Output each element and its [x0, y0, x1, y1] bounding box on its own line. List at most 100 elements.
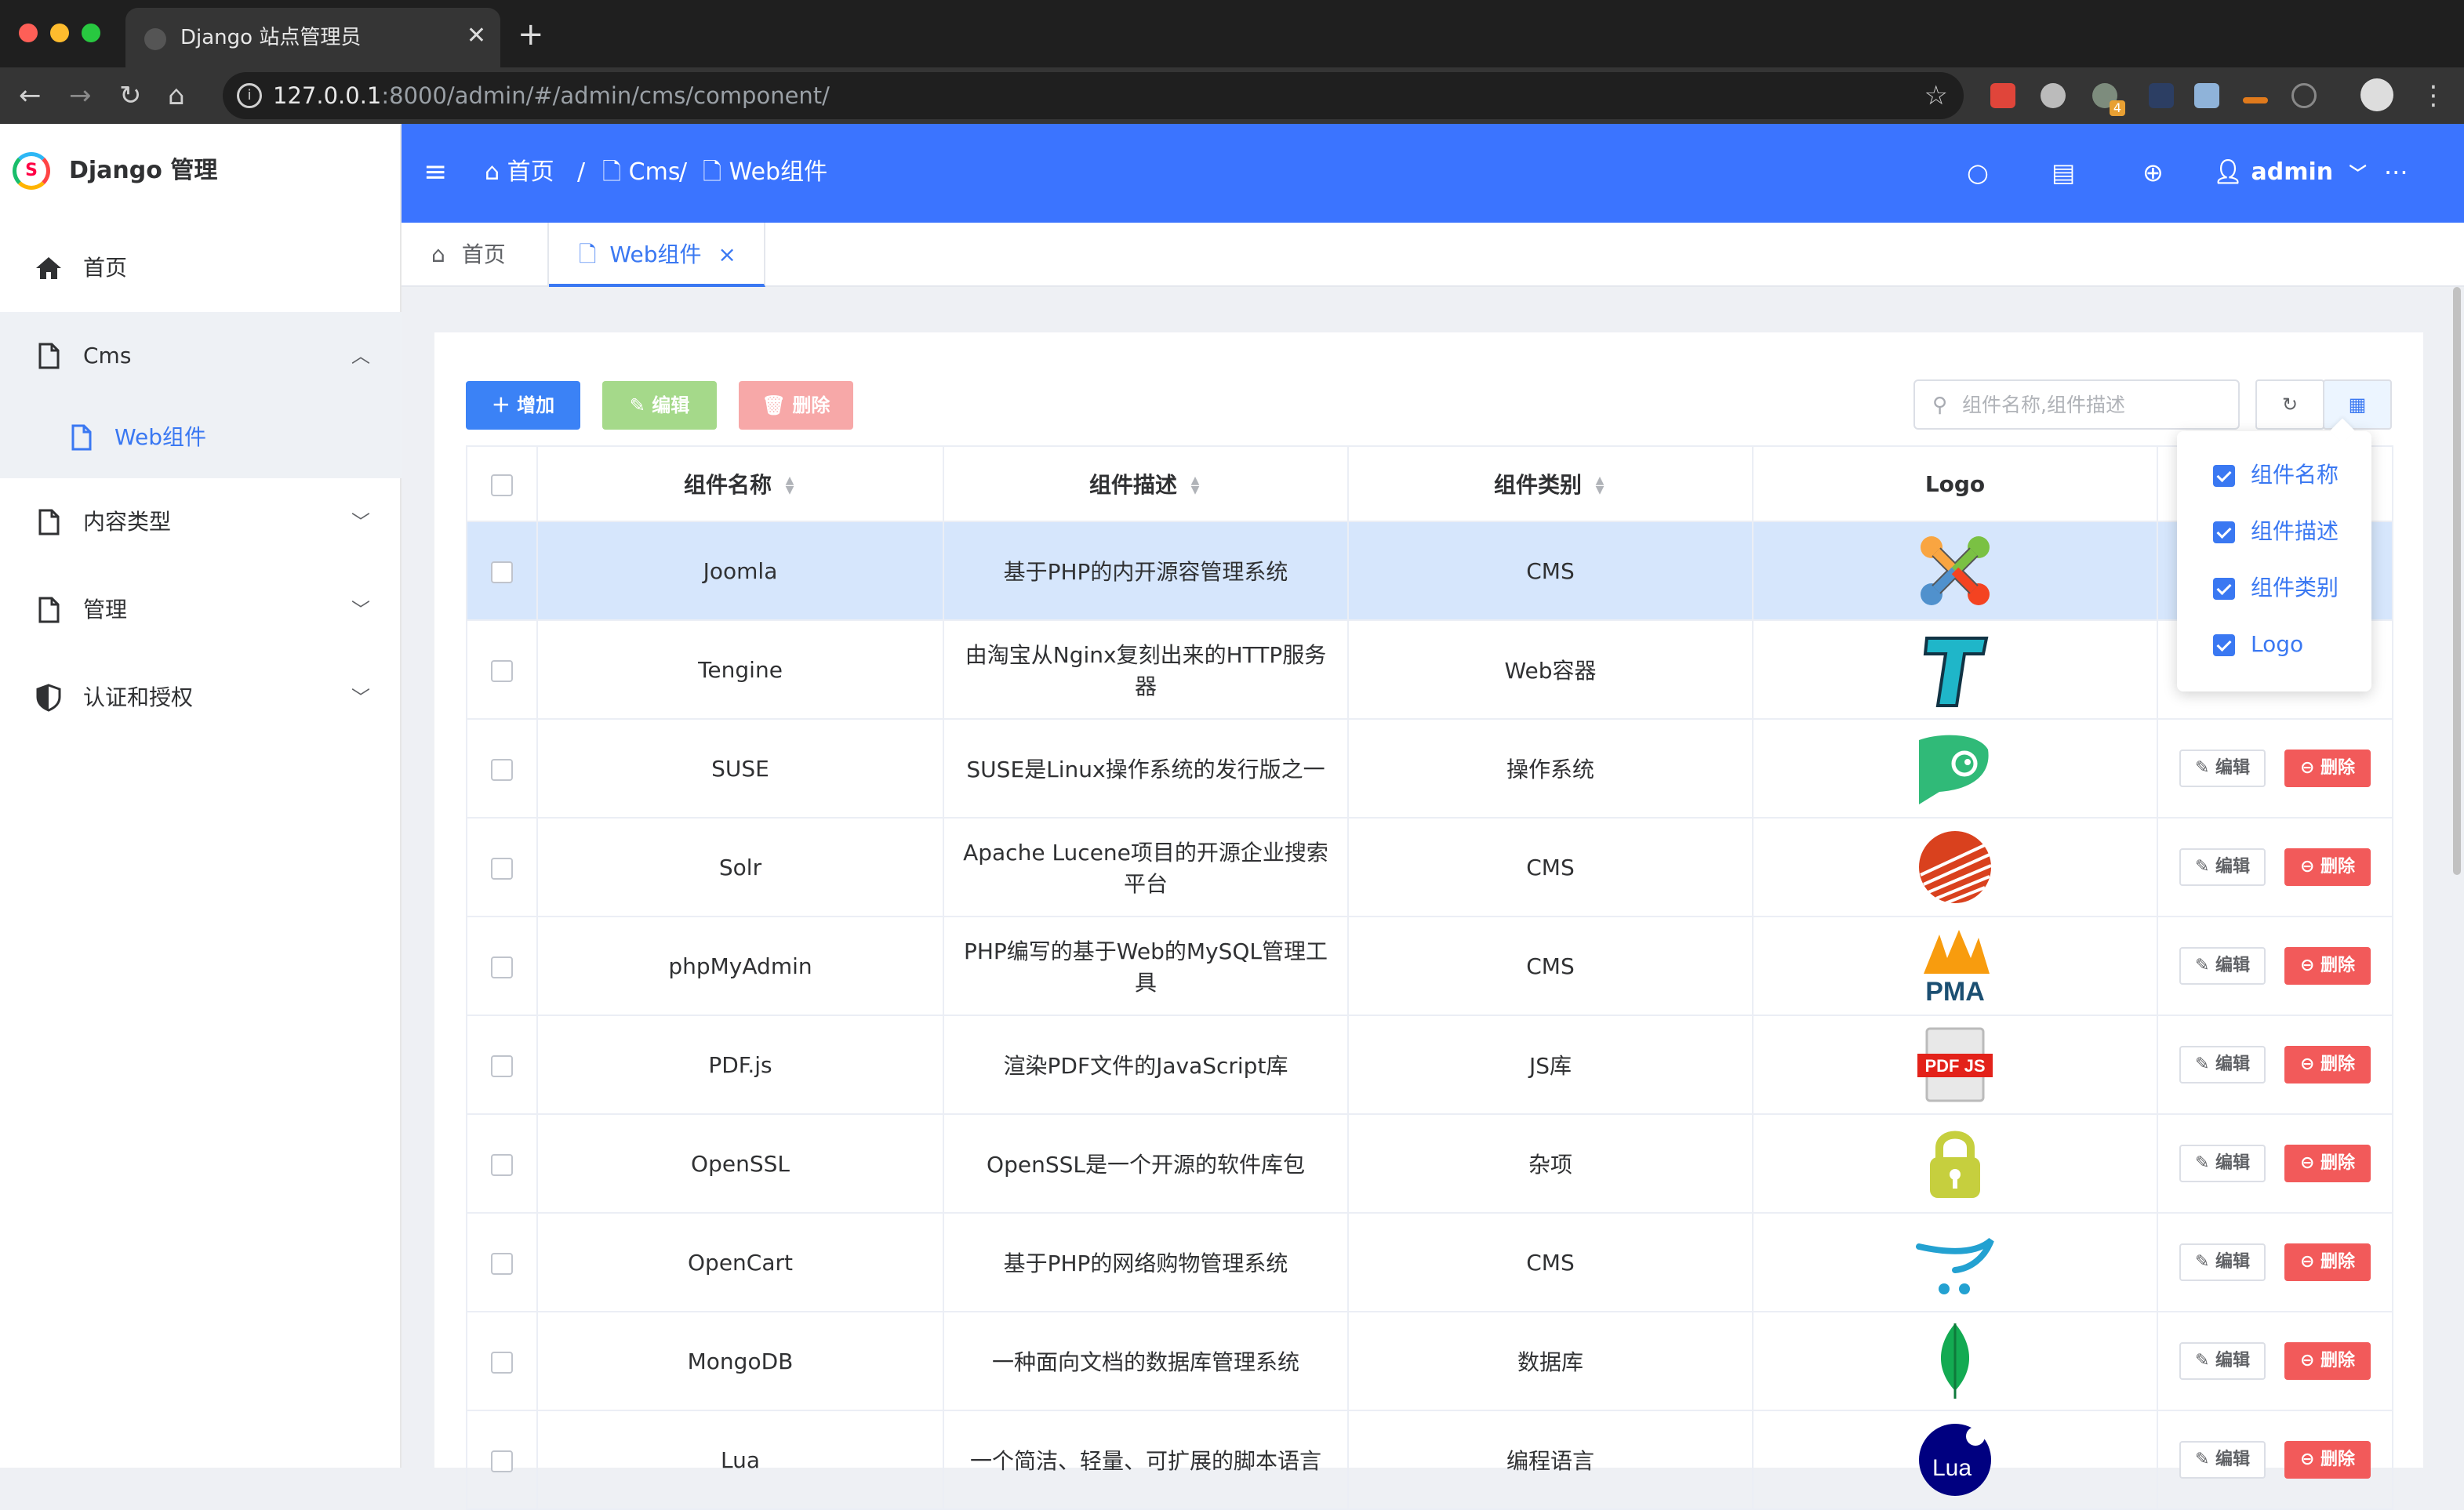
profile-avatar[interactable]: [2360, 78, 2393, 111]
row-delete-button[interactable]: ⊖ 删除: [2284, 1243, 2371, 1281]
url-text[interactable]: 127.0.0.1:8000/admin/#/admin/cms/compone…: [273, 80, 830, 111]
user-menu[interactable]: 👤︎ admin ﹀: [2213, 155, 2367, 192]
close-tab-icon[interactable]: ✕: [467, 20, 486, 52]
browser-menu-icon[interactable]: ⋮: [2420, 78, 2447, 113]
row-checkbox[interactable]: [491, 1252, 513, 1275]
table-row[interactable]: OpenSSL OpenSSL是一个开源的软件库包 杂项 ✎ 编辑 ⊖ 删除: [466, 1113, 2393, 1214]
extension-icon[interactable]: [1990, 83, 2015, 108]
row-edit-button[interactable]: ✎ 编辑: [2179, 1342, 2266, 1380]
search-icon[interactable]: ○: [1967, 157, 1989, 188]
home-icon[interactable]: ⌂: [168, 78, 185, 113]
edit-button[interactable]: ✎ 编辑: [602, 381, 717, 430]
table-row[interactable]: phpMyAdmin PHP编写的基于Web的MySQL管理工具 CMS PMA ✎ 编…: [466, 916, 2393, 1016]
extension-icon[interactable]: 4: [2092, 83, 2125, 116]
extension-icon[interactable]: [2194, 83, 2219, 108]
row-checkbox[interactable]: [491, 758, 513, 781]
row-checkbox[interactable]: [491, 1153, 513, 1176]
row-edit-button[interactable]: ✎ 编辑: [2179, 750, 2266, 787]
row-edit-button[interactable]: ✎ 编辑: [2179, 848, 2266, 886]
checkbox-checked-icon[interactable]: [2213, 465, 2235, 487]
row-edit-button[interactable]: ✎ 编辑: [2179, 1046, 2266, 1083]
reload-icon[interactable]: ↻: [119, 78, 142, 113]
breadcrumb-web-component[interactable]: 🗋 Web组件: [703, 155, 827, 190]
delete-button[interactable]: 🗑︎ 删除: [739, 381, 853, 430]
row-delete-button[interactable]: ⊖ 删除: [2284, 750, 2371, 787]
forward-icon[interactable]: →: [69, 78, 92, 113]
minimize-window-button[interactable]: [50, 24, 69, 42]
table-row[interactable]: OpenCart 基于PHP的网络购物管理系统 CMS ✎ 编辑 ⊖ 删除: [466, 1212, 2393, 1312]
new-tab-button[interactable]: +: [518, 17, 544, 52]
search-box[interactable]: ⚲: [1913, 379, 2240, 430]
table-row[interactable]: Joomla 基于PHP的内开源容管理系统 CMS: [466, 521, 2393, 621]
info-icon[interactable]: i: [237, 83, 262, 108]
sort-icon[interactable]: ▲ ▼: [1593, 475, 1607, 495]
refresh-button[interactable]: ↻: [2255, 379, 2324, 430]
column-header-desc[interactable]: 组件描述 ▲ ▼: [943, 445, 1349, 522]
row-edit-button[interactable]: ✎ 编辑: [2179, 947, 2266, 985]
close-tab-icon[interactable]: ×: [718, 241, 736, 267]
row-checkbox[interactable]: [491, 1054, 513, 1077]
row-delete-button[interactable]: ⊖ 删除: [2284, 1145, 2371, 1182]
row-delete-button[interactable]: ⊖ 删除: [2284, 1046, 2371, 1083]
sidebar-item-content-types[interactable]: 内容类型 ﹀: [0, 478, 402, 566]
document-icon[interactable]: ▤: [2052, 157, 2075, 188]
add-button[interactable]: ＋ 增加: [466, 381, 580, 430]
row-checkbox[interactable]: [491, 659, 513, 682]
row-edit-button[interactable]: ✎ 编辑: [2179, 1441, 2266, 1479]
sidebar-item-web-component[interactable]: Web组件: [0, 397, 402, 478]
breadcrumb-home[interactable]: ⌂ 首页: [485, 155, 554, 190]
row-delete-button[interactable]: ⊖ 删除: [2284, 1342, 2371, 1380]
back-icon[interactable]: ←: [19, 78, 42, 113]
sort-icon[interactable]: ▲ ▼: [783, 475, 797, 495]
sidebar-item-home[interactable]: 首页: [0, 224, 402, 312]
row-edit-button[interactable]: ✎ 编辑: [2179, 1145, 2266, 1182]
table-row[interactable]: Lua 一个简洁、轻量、可扩展的脚本语言 编程语言 Lua ✎ 编辑 ⊖ 删除: [466, 1410, 2393, 1510]
sidebar-item-admin[interactable]: 管理 ﹀: [0, 566, 402, 654]
search-input[interactable]: [1961, 389, 2227, 420]
select-all-checkbox[interactable]: [491, 474, 513, 496]
column-option-category[interactable]: 组件类别: [2213, 571, 2339, 605]
column-header-category[interactable]: 组件类别 ▲ ▼: [1347, 445, 1754, 522]
table-row[interactable]: MongoDB 一种面向文档的数据库管理系统 数据库 ✎ 编辑 ⊖ 删除: [466, 1311, 2393, 1411]
extension-icon[interactable]: [2291, 83, 2317, 108]
checkbox-checked-icon[interactable]: [2213, 521, 2235, 543]
row-checkbox[interactable]: [491, 857, 513, 880]
table-row[interactable]: SUSE SUSE是Linux操作系统的发行版之一 操作系统 ✎ 编辑 ⊖ 删除: [466, 718, 2393, 819]
row-checkbox[interactable]: [491, 1351, 513, 1374]
bookmark-star-icon[interactable]: ☆: [1924, 78, 1948, 113]
tab-web-component[interactable]: 🗋 Web组件 ×: [549, 223, 765, 287]
column-option-desc[interactable]: 组件描述: [2213, 514, 2339, 549]
menu-toggle-icon[interactable]: ≡: [423, 157, 447, 188]
sort-icon[interactable]: ▲ ▼: [1188, 475, 1202, 495]
tab-home[interactable]: ⌂ 首页: [402, 223, 549, 287]
maximize-window-button[interactable]: [82, 24, 100, 42]
zoom-icon[interactable]: ⊕: [2142, 157, 2164, 188]
sidebar-item-auth[interactable]: 认证和授权 ﹀: [0, 654, 402, 742]
extension-icon[interactable]: [2041, 83, 2066, 108]
row-checkbox[interactable]: [491, 561, 513, 583]
row-edit-button[interactable]: ✎ 编辑: [2179, 1243, 2266, 1281]
checkbox-checked-icon[interactable]: [2213, 634, 2235, 656]
close-window-button[interactable]: [19, 24, 38, 42]
row-checkbox[interactable]: [491, 1450, 513, 1472]
table-row[interactable]: Tengine 由淘宝从Nginx复刻出来的HTTP服务器 Web容器: [466, 619, 2393, 720]
columns-button[interactable]: ▦: [2323, 379, 2392, 430]
extension-icon[interactable]: [2243, 97, 2268, 103]
breadcrumb-cms[interactable]: 🗋 Cms: [602, 155, 680, 190]
checkbox-checked-icon[interactable]: [2213, 578, 2235, 600]
row-checkbox[interactable]: [491, 956, 513, 978]
browser-tab[interactable]: Django 站点管理员 ✕: [125, 8, 500, 67]
column-header-name[interactable]: 组件名称 ▲ ▼: [536, 445, 944, 522]
address-bar[interactable]: i 127.0.0.1:8000/admin/#/admin/cms/compo…: [223, 72, 1964, 119]
sidebar-item-cms[interactable]: Cms ︿: [0, 312, 402, 400]
more-icon[interactable]: ···: [2384, 157, 2408, 188]
table-row[interactable]: PDF.js 渲染PDF文件的JavaScript库 JS库 PDF JS ✎ 编辑 ⊖ …: [466, 1015, 2393, 1115]
column-option-name[interactable]: 组件名称: [2213, 458, 2339, 492]
row-delete-button[interactable]: ⊖ 删除: [2284, 947, 2371, 985]
row-delete-button[interactable]: ⊖ 删除: [2284, 1441, 2371, 1479]
extension-icon[interactable]: [2149, 83, 2174, 108]
column-option-logo[interactable]: Logo: [2213, 627, 2303, 662]
table-row[interactable]: Solr Apache Lucene项目的开源企业搜索平台 CMS ✎ 编辑 ⊖ 删除: [466, 817, 2393, 917]
row-delete-button[interactable]: ⊖ 删除: [2284, 848, 2371, 886]
page-scrollbar[interactable]: [2453, 287, 2461, 875]
